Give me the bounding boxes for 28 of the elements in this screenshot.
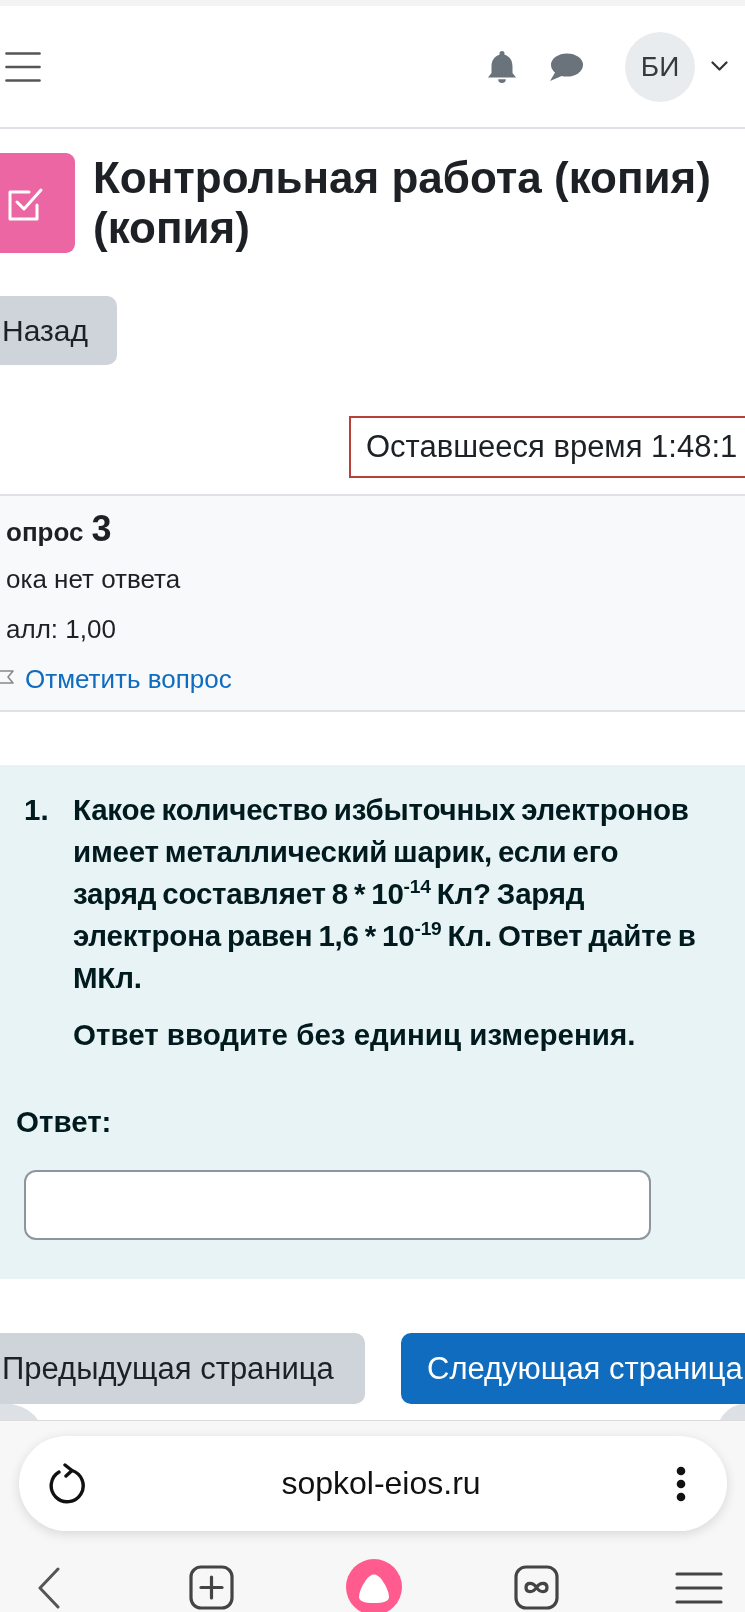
chat-icon[interactable] (549, 52, 583, 81)
chevron-down-icon[interactable] (711, 61, 728, 72)
more-icon[interactable] (676, 1465, 686, 1502)
new-tab-icon[interactable] (189, 1565, 234, 1610)
bell-icon[interactable] (487, 50, 517, 83)
page-title: Контрольная работа (копия) (копия) (93, 153, 712, 253)
instruction-text: Ответ вводите без единиц измерения. (73, 1017, 637, 1053)
reload-icon[interactable] (48, 1462, 86, 1505)
answer-status: ока нет ответа (5, 563, 182, 596)
menu-icon[interactable] (5, 51, 41, 82)
url-text[interactable]: sopkol-eios.ru (86, 1465, 676, 1502)
question-number: 1. (23, 792, 50, 828)
answer-label: Ответ: (16, 1104, 113, 1140)
question-grade: алл: 1,00 (5, 613, 117, 646)
user-avatar[interactable]: БИ (625, 31, 695, 102)
address-bar[interactable]: sopkol-eios.ru (19, 1436, 727, 1531)
back-icon[interactable] (37, 1567, 61, 1609)
voice-assistant-icon[interactable] (346, 1559, 402, 1612)
answer-field[interactable] (24, 1170, 651, 1240)
back-button[interactable]: Назад (0, 296, 117, 365)
previous-page-button[interactable]: Предыдущая страница (0, 1333, 365, 1404)
flag-question-link[interactable]: Отметить вопрос (25, 654, 232, 704)
question-text: Какое количество избыточных электронов имеет металлический шарик, если его заряд составляет 8 * 10$^{-14}$ Кл? Заряд электрона равен 1,6 * 10$^{-19}$ Кл. Ответ дайте в МКл. (73, 792, 697, 996)
time-remaining: Оставшееся время 1:48:1 (349, 416, 745, 478)
next-page-button[interactable]: Следующая страница (401, 1333, 745, 1404)
menu-icon[interactable] (675, 1572, 723, 1604)
tabs-icon[interactable] (514, 1565, 559, 1610)
question-title: опрос 3 (5, 507, 113, 551)
